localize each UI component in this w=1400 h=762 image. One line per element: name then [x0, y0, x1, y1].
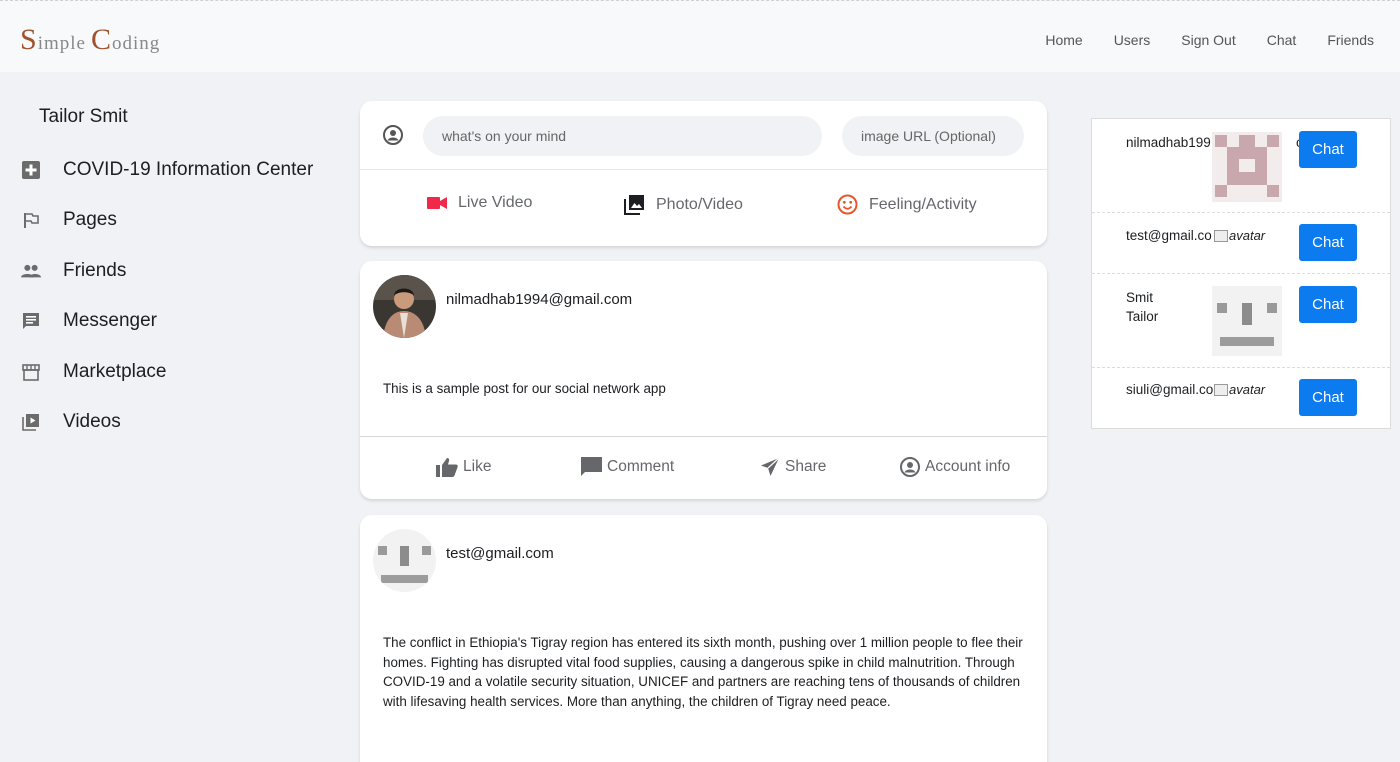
- top-navbar: Simple Coding Home Users Sign Out Chat F…: [0, 0, 1400, 72]
- post-author[interactable]: test@gmail.com: [446, 545, 554, 562]
- sidebar-item-videos[interactable]: Videos: [18, 409, 348, 436]
- post-text: This is a sample post for our social net…: [383, 381, 666, 396]
- post-text: The conflict in Ethiopia's Tigray region…: [383, 635, 1023, 709]
- brand-logo[interactable]: Simple Coding: [20, 23, 160, 57]
- emoji-flags-icon: [21, 210, 41, 230]
- nav-home[interactable]: Home: [1045, 32, 1082, 48]
- image-url-input[interactable]: [842, 116, 1024, 156]
- sidebar-item-label: Pages: [63, 209, 117, 231]
- account-info-button[interactable]: Account info: [900, 457, 1010, 477]
- user-row: test@gmail.co avatar Chat: [1092, 213, 1390, 274]
- logo-text-imple: imple: [37, 33, 86, 54]
- logo-letter-c: C: [90, 23, 112, 56]
- main-nav: Home Users Sign Out Chat Friends: [1045, 32, 1374, 48]
- chat-icon: [21, 311, 41, 331]
- like-button[interactable]: Like: [436, 457, 491, 477]
- sidebar-item-label: COVID-19 Information Center: [63, 158, 314, 180]
- send-icon: [760, 457, 780, 477]
- sidebar-user-name[interactable]: Tailor Smit: [18, 106, 348, 132]
- users-list-panel: nilmadhab199 om Chat test@gmail.co avata…: [1091, 118, 1391, 429]
- chat-button[interactable]: Chat: [1299, 379, 1357, 416]
- comment-button[interactable]: Comment: [581, 457, 674, 477]
- post-card: nilmadhab1994@gmail.com This is a sample…: [360, 261, 1047, 499]
- account-circle-icon[interactable]: [383, 125, 403, 150]
- sidebar-item-label: Messenger: [63, 310, 157, 332]
- local-hospital-icon: [21, 160, 41, 180]
- storefront-icon: [21, 362, 41, 382]
- user-name-first[interactable]: Smit: [1126, 288, 1153, 308]
- photo-video-option[interactable]: Photo/Video: [624, 194, 743, 215]
- photo-library-icon: [624, 194, 645, 215]
- chat-button[interactable]: Chat: [1299, 286, 1357, 323]
- chat-button[interactable]: Chat: [1299, 131, 1357, 168]
- nav-sign-out[interactable]: Sign Out: [1181, 32, 1235, 48]
- video-library-icon: [21, 412, 41, 432]
- like-label: Like: [463, 458, 492, 475]
- nav-friends[interactable]: Friends: [1327, 32, 1374, 48]
- user-name[interactable]: nilmadhab199: [1126, 133, 1211, 153]
- user-name[interactable]: siuli@gmail.co: [1126, 380, 1213, 400]
- live-video-option[interactable]: Live Video: [427, 194, 532, 212]
- logo-letter-s: S: [20, 23, 38, 56]
- post-actions: Like Comment Share Account info: [360, 436, 1047, 499]
- feeling-activity-label: Feeling/Activity: [869, 195, 977, 213]
- avatar: [1212, 132, 1282, 202]
- chat-button[interactable]: Chat: [1299, 224, 1357, 261]
- post-card: test@gmail.com The conflict in Ethiopia'…: [360, 515, 1047, 762]
- account-info-label: Account info: [925, 458, 1011, 475]
- avatar-alt-text: avatar: [1229, 382, 1266, 397]
- post-composer: Live Video Photo/Video Feeling/Activity: [360, 101, 1047, 246]
- people-icon: [21, 261, 41, 281]
- post-author[interactable]: nilmadhab1994@gmail.com: [446, 291, 632, 308]
- sidebar-item-label: Friends: [63, 259, 127, 281]
- share-button[interactable]: Share: [760, 457, 826, 477]
- avatar: [1212, 286, 1282, 356]
- broken-image-icon: [1214, 229, 1228, 242]
- user-row: nilmadhab199 om Chat: [1092, 119, 1390, 213]
- avatar[interactable]: [373, 529, 436, 592]
- share-label: Share: [785, 458, 827, 475]
- thumb-up-icon: [436, 457, 458, 477]
- nav-chat[interactable]: Chat: [1267, 32, 1297, 48]
- broken-image-icon: [1214, 383, 1228, 396]
- sidebar-item-label: Videos: [63, 411, 121, 433]
- logo-text-oding: oding: [111, 33, 161, 54]
- avatar-alt-text: avatar: [1229, 228, 1266, 243]
- status-input[interactable]: [423, 116, 822, 156]
- left-sidebar: Tailor Smit COVID-19 Information Center …: [18, 106, 348, 460]
- avatar[interactable]: [373, 275, 436, 338]
- nav-users[interactable]: Users: [1114, 32, 1151, 48]
- user-row: siuli@gmail.co avatar Chat: [1092, 368, 1390, 430]
- user-name[interactable]: test@gmail.co: [1126, 226, 1212, 246]
- broken-avatar: avatar: [1214, 228, 1265, 243]
- sidebar-item-label: Marketplace: [63, 360, 167, 382]
- account-circle-icon: [900, 457, 920, 477]
- sidebar-item-covid[interactable]: COVID-19 Information Center: [18, 156, 348, 183]
- broken-avatar: avatar: [1214, 382, 1265, 397]
- comment-label: Comment: [607, 458, 675, 475]
- photo-video-label: Photo/Video: [656, 195, 743, 213]
- feeling-activity-option[interactable]: Feeling/Activity: [837, 194, 977, 215]
- user-row: Smit Tailor Chat: [1092, 274, 1390, 368]
- smiley-icon: [837, 194, 858, 215]
- user-name-last[interactable]: Tailor: [1126, 307, 1158, 327]
- live-video-label: Live Video: [458, 194, 533, 211]
- sidebar-item-messenger[interactable]: Messenger: [18, 308, 348, 335]
- sidebar-item-marketplace[interactable]: Marketplace: [18, 358, 348, 385]
- comment-icon: [581, 457, 602, 477]
- videocam-icon: [427, 196, 447, 210]
- composer-input-row: [360, 101, 1047, 170]
- sidebar-item-pages[interactable]: Pages: [18, 207, 348, 234]
- sidebar-item-friends[interactable]: Friends: [18, 257, 348, 284]
